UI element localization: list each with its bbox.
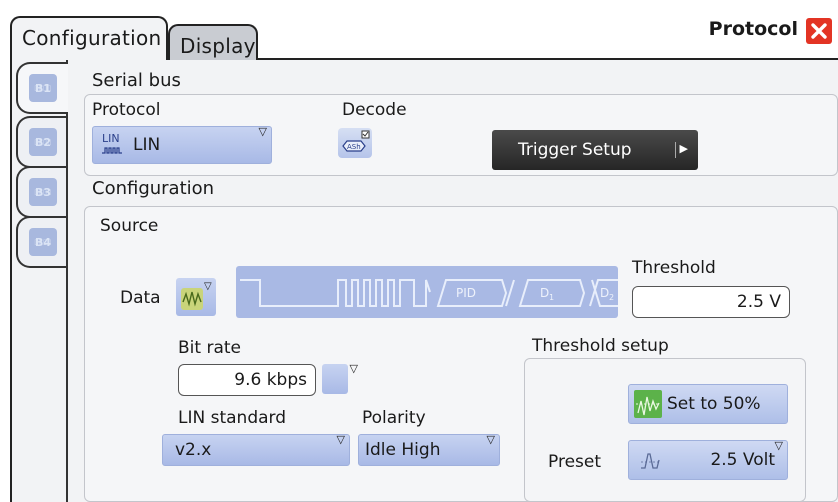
tab-display-label: Display [180, 34, 256, 58]
waveform-d1-label: D [540, 286, 549, 300]
lin-protocol-icon: LIN [102, 132, 122, 154]
pulse-icon [641, 453, 661, 469]
waveform-d2-sub: 2 [609, 293, 614, 302]
bus-tab-b2[interactable]: ▯▯▯▯ B2 [16, 116, 68, 168]
waveform-pid-label: PID [456, 286, 476, 300]
tab-bar: Configuration Display Protocol [0, 0, 838, 60]
lin-waveform: PID D 1 D 2 [236, 266, 618, 318]
signal-source-icon: ▽ [181, 281, 212, 310]
chevron-down-icon: ▽ [336, 433, 345, 446]
svg-text:LIN: LIN [102, 132, 120, 145]
bit-rate-label: Bit rate [178, 338, 241, 358]
tab-configuration[interactable]: Configuration [10, 16, 168, 60]
bus-tab-label: B3 [34, 185, 52, 199]
lin-standard-value: v2.x [175, 440, 212, 460]
bus-icon: ▯▯▯▯ B4 [29, 228, 57, 256]
chevron-down-icon: ▽ [774, 439, 783, 452]
bus-tab-label: B2 [34, 135, 52, 149]
bus-icon: ▯▯▯▯ B2 [29, 128, 57, 156]
waveform-d1-sub: 1 [549, 293, 554, 302]
preset-value: 2.5 Volt [710, 450, 775, 470]
waveform-d2-label: D [600, 286, 609, 300]
decode-toggle[interactable]: ASh [338, 128, 372, 158]
svg-text:ASh: ASh [347, 143, 361, 151]
protocol-value: LIN [133, 135, 161, 155]
svg-text:▽: ▽ [204, 281, 212, 292]
tab-configuration-label: Configuration [22, 26, 162, 50]
polarity-label: Polarity [362, 408, 426, 428]
set-to-50-button[interactable]: Set to 50% [628, 384, 788, 424]
bus-tabs-divider [66, 60, 68, 502]
bus-tab-label: B1 [34, 81, 52, 95]
close-button[interactable] [806, 18, 832, 44]
configuration-heading: Configuration [92, 178, 215, 199]
protocol-dropdown[interactable]: LIN LIN ▽ [92, 125, 272, 164]
bit-rate-input[interactable]: 9.6 kbps [178, 364, 316, 396]
bus-tab-b1[interactable]: ▯▯▯▯ B1 [16, 62, 68, 114]
protocol-label: Protocol [92, 100, 161, 120]
polarity-value: Idle High [365, 440, 441, 460]
chevron-down-icon: ▽ [258, 125, 267, 138]
polarity-dropdown[interactable]: Idle High ▽ [358, 433, 500, 466]
lin-standard-dropdown[interactable]: v2.x ▽ [162, 433, 350, 466]
threshold-label: Threshold [632, 258, 716, 278]
source-label: Source [100, 216, 159, 236]
bit-rate-dropdown[interactable]: ▽ [322, 362, 358, 394]
close-icon [811, 23, 827, 39]
threshold-setup-label: Threshold setup [532, 336, 669, 356]
tab-display[interactable]: Display [168, 24, 258, 60]
play-arrow-icon: ▶ [679, 142, 688, 155]
bus-icon: ▯▯▯▯ B3 [29, 178, 57, 206]
threshold-setup-group [524, 358, 806, 502]
auto-level-icon [634, 390, 662, 418]
preset-label: Preset [548, 452, 602, 472]
data-source-selector[interactable]: ▽ [176, 278, 216, 316]
lin-standard-label: LIN standard [178, 408, 287, 428]
bus-tab-b4[interactable]: ▯▯▯▯ B4 [16, 216, 68, 268]
decode-label: Decode [342, 100, 407, 120]
bus-tab-b3[interactable]: ▯▯▯▯ B3 [16, 166, 68, 218]
data-label: Data [120, 288, 161, 308]
bus-tab-label: B4 [34, 235, 52, 249]
trigger-setup-button[interactable]: Trigger Setup ▶ [492, 130, 698, 170]
threshold-input[interactable]: 2.5 V [632, 286, 790, 318]
serial-bus-heading: Serial bus [92, 70, 181, 91]
window-title: Protocol [708, 18, 798, 40]
chevron-down-icon: ▽ [486, 433, 495, 446]
chevron-down-icon: ▽ [349, 362, 358, 375]
preset-dropdown[interactable]: 2.5 Volt ▽ [628, 439, 788, 480]
set-to-50-label: Set to 50% [667, 394, 761, 414]
decode-ascii-icon: ASh [342, 130, 370, 152]
bus-icon: ▯▯▯▯ B1 [29, 74, 57, 102]
trigger-setup-label: Trigger Setup [518, 140, 632, 160]
